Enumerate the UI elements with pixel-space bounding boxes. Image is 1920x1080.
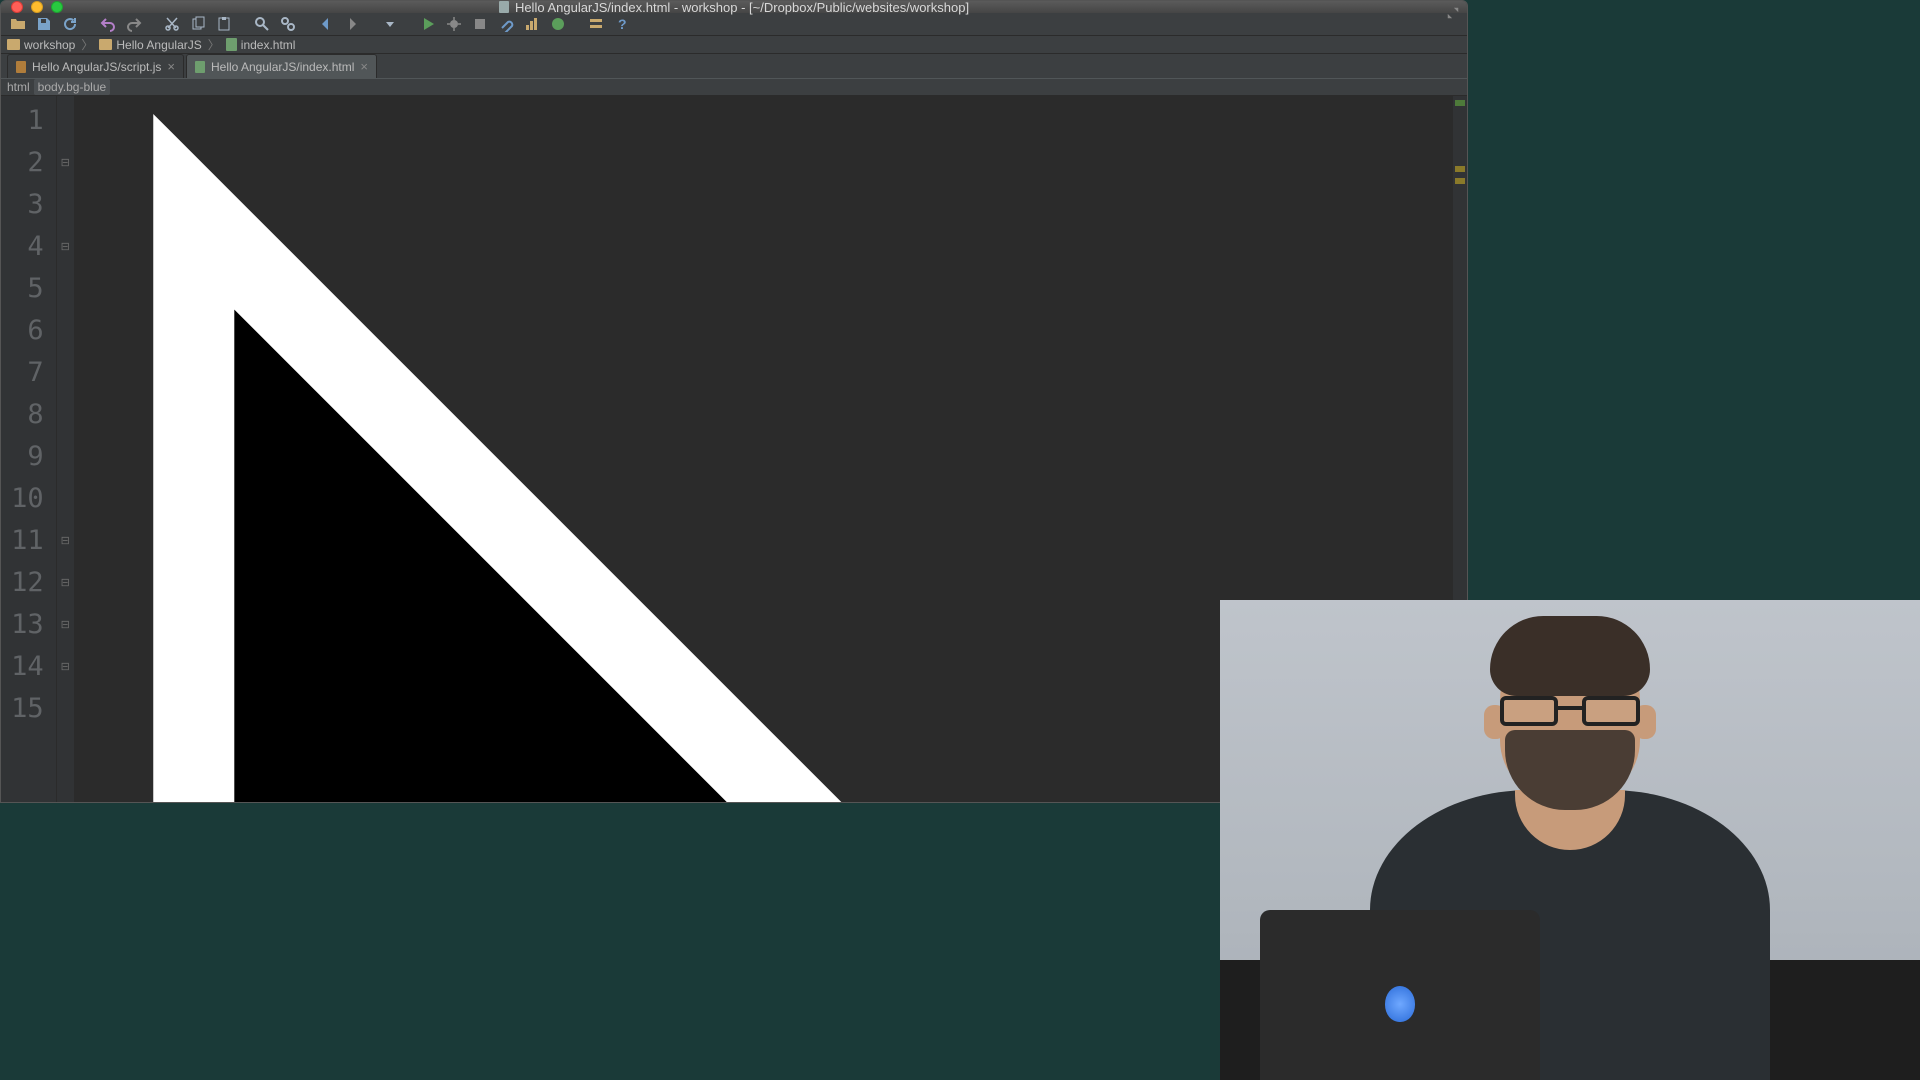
breadcrumb-item[interactable]: Hello AngularJS — [99, 38, 201, 52]
html-file-icon — [195, 61, 205, 73]
editor-tab-script[interactable]: Hello AngularJS/script.js × — [7, 54, 184, 78]
profile-icon[interactable] — [521, 13, 543, 35]
forward-icon[interactable] — [341, 13, 363, 35]
main-toolbar: ? — [1, 13, 1467, 36]
line-number: 15 — [1, 688, 44, 730]
line-number: 10 — [1, 478, 44, 520]
line-number: 11 — [1, 520, 44, 562]
line-number: 14 — [1, 646, 44, 688]
settings-icon[interactable] — [585, 13, 607, 35]
structure-crumb-html[interactable]: html — [7, 80, 30, 94]
close-tab-icon[interactable]: × — [167, 59, 175, 74]
debug-icon[interactable] — [443, 13, 465, 35]
line-number: 4 — [1, 226, 44, 268]
js-file-icon — [16, 61, 26, 73]
editor-tab-label: Hello AngularJS/index.html — [211, 60, 354, 74]
chevron-right-icon: 〉 — [208, 36, 220, 53]
fold-toggle-icon[interactable]: ⊟ — [61, 520, 70, 562]
status-marker — [1455, 100, 1465, 106]
fold-toggle-icon[interactable]: ⊟ — [61, 226, 70, 268]
close-tab-icon[interactable]: × — [360, 59, 368, 74]
breadcrumb-item[interactable]: workshop — [7, 38, 75, 52]
minimize-window-button[interactable] — [31, 1, 43, 13]
sync-icon[interactable] — [59, 13, 81, 35]
fold-gutter: ⊟⊟⊟⊟⊟⊟ — [57, 96, 74, 803]
paste-icon[interactable] — [213, 13, 235, 35]
redo-icon[interactable] — [123, 13, 145, 35]
folder-icon — [99, 39, 112, 50]
code-editor[interactable]: <!DOCTYPE html><html ng-app="app"> <head… — [74, 96, 78, 803]
breadcrumb-label: index.html — [241, 38, 296, 52]
breadcrumb-bar: workshop 〉 Hello AngularJS 〉 index.html — [1, 36, 1467, 54]
breadcrumb-label: workshop — [24, 38, 75, 52]
line-number: 9 — [1, 436, 44, 478]
breadcrumb-label: Hello AngularJS — [116, 38, 201, 52]
zoom-window-button[interactable] — [51, 1, 63, 13]
fold-toggle-icon[interactable]: ⊟ — [61, 562, 70, 604]
window-title: Hello AngularJS/index.html - workshop - … — [1, 0, 1467, 15]
warning-marker[interactable] — [1455, 178, 1465, 184]
svg-text:?: ? — [618, 16, 627, 32]
line-number: 8 — [1, 394, 44, 436]
save-all-icon[interactable] — [33, 13, 55, 35]
line-number: 7 — [1, 352, 44, 394]
laptop — [1260, 910, 1540, 1080]
fold-toggle-icon[interactable]: ⊟ — [61, 604, 70, 646]
html-file-icon — [226, 38, 237, 51]
undo-icon[interactable] — [97, 13, 119, 35]
presenter-webcam — [1220, 600, 1920, 1080]
coverage-icon[interactable] — [547, 13, 569, 35]
help-icon[interactable]: ? — [611, 13, 633, 35]
breadcrumb-item[interactable]: index.html — [226, 38, 296, 52]
line-number: 12 — [1, 562, 44, 604]
structure-crumb-body[interactable]: body.bg-blue — [34, 79, 111, 95]
line-number: 1 — [1, 100, 44, 142]
folder-icon — [7, 39, 20, 50]
fold-toggle-icon[interactable]: ⊟ — [61, 142, 70, 184]
close-window-button[interactable] — [11, 1, 23, 13]
chevron-right-icon: 〉 — [81, 36, 93, 53]
window-controls — [1, 1, 63, 13]
line-number: 5 — [1, 268, 44, 310]
line-number-gutter: 123456789101112131415 — [1, 96, 57, 803]
open-icon[interactable] — [7, 13, 29, 35]
line-number: 6 — [1, 310, 44, 352]
window-title-text: Hello AngularJS/index.html - workshop - … — [515, 0, 969, 15]
line-number: 3 — [1, 184, 44, 226]
editor-tabs: Hello AngularJS/script.js × Hello Angula… — [1, 54, 1467, 79]
structure-breadcrumb: html body.bg-blue — [1, 79, 1467, 96]
back-icon[interactable] — [315, 13, 337, 35]
copy-icon[interactable] — [187, 13, 209, 35]
line-number: 2 — [1, 142, 44, 184]
fold-toggle-icon[interactable]: ⊟ — [61, 646, 70, 688]
replace-icon[interactable] — [277, 13, 299, 35]
find-icon[interactable] — [251, 13, 273, 35]
line-number: 13 — [1, 604, 44, 646]
file-icon — [499, 1, 509, 13]
apple-logo-icon — [1385, 986, 1415, 1022]
cut-icon[interactable] — [161, 13, 183, 35]
warning-marker[interactable] — [1455, 166, 1465, 172]
attach-icon[interactable] — [495, 13, 517, 35]
fullscreen-button[interactable] — [1445, 5, 1461, 21]
editor-tab-index[interactable]: Hello AngularJS/index.html × — [186, 54, 377, 78]
editor-tab-label: Hello AngularJS/script.js — [32, 60, 161, 74]
config-dropdown-icon[interactable] — [379, 13, 401, 35]
run-icon[interactable] — [417, 13, 439, 35]
stop-icon[interactable] — [469, 13, 491, 35]
window-titlebar: Hello AngularJS/index.html - workshop - … — [1, 1, 1467, 13]
